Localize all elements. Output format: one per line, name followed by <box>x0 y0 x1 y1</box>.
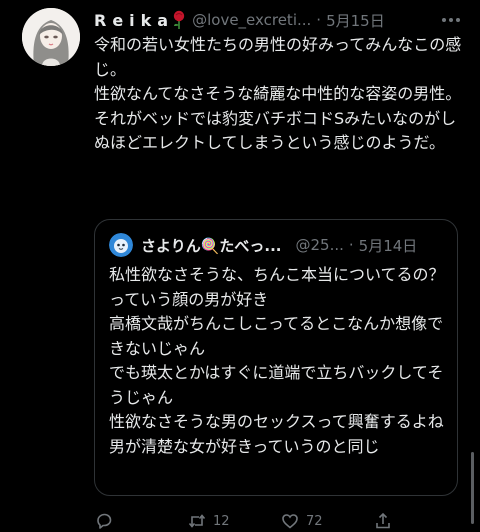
like-count: 72 <box>306 513 323 529</box>
tweet[interactable]: Reika @love_excreti... · 5月15日 令和の若い女性たち… <box>0 0 480 529</box>
retweet-count: 12 <box>213 513 230 529</box>
quote-header: さよりん🍭たべっ... @25... · 5月14日 <box>109 232 445 258</box>
reply-button[interactable] <box>94 511 187 531</box>
share-icon <box>376 512 390 529</box>
scrollbar[interactable] <box>471 452 474 524</box>
rose-icon <box>170 10 188 30</box>
like-button[interactable]: 72 <box>280 511 373 531</box>
quote-separator-dot: · <box>348 236 354 254</box>
display-name[interactable]: Reika <box>94 11 174 30</box>
action-bar: 12 72 <box>94 510 466 532</box>
quote-display-name[interactable]: さよりん🍭たべっ... <box>141 235 281 256</box>
handle[interactable]: @love_excreti... <box>192 11 311 29</box>
reply-icon <box>97 513 112 529</box>
quote-text: 私性欲なさそうな、ちんこ本当についてるの？っていう顔の男が好き 高橋文哉がちんこ… <box>109 265 445 456</box>
avatar[interactable] <box>22 8 80 66</box>
quote-handle[interactable]: @25... <box>295 236 343 254</box>
tweet-text: 令和の若い女性たちの男性の好みってみんなこの感じ。 性欲なんてなさそうな綺麗な中… <box>94 35 462 152</box>
share-button[interactable] <box>373 511 466 531</box>
more-icon[interactable] <box>442 10 460 30</box>
retweet-button[interactable]: 12 <box>187 511 280 531</box>
quoted-tweet[interactable]: さよりん🍭たべっ... @25... · 5月14日 私性欲なさそうな、ちんこ本… <box>94 219 458 496</box>
retweet-icon <box>188 514 206 528</box>
tweet-header: Reika @love_excreti... · 5月15日 <box>94 10 460 30</box>
like-icon <box>282 514 298 529</box>
tweet-date[interactable]: 5月15日 <box>326 10 385 31</box>
separator-dot: · <box>316 11 322 29</box>
quote-avatar[interactable] <box>109 233 133 257</box>
quote-date[interactable]: 5月14日 <box>359 235 418 256</box>
